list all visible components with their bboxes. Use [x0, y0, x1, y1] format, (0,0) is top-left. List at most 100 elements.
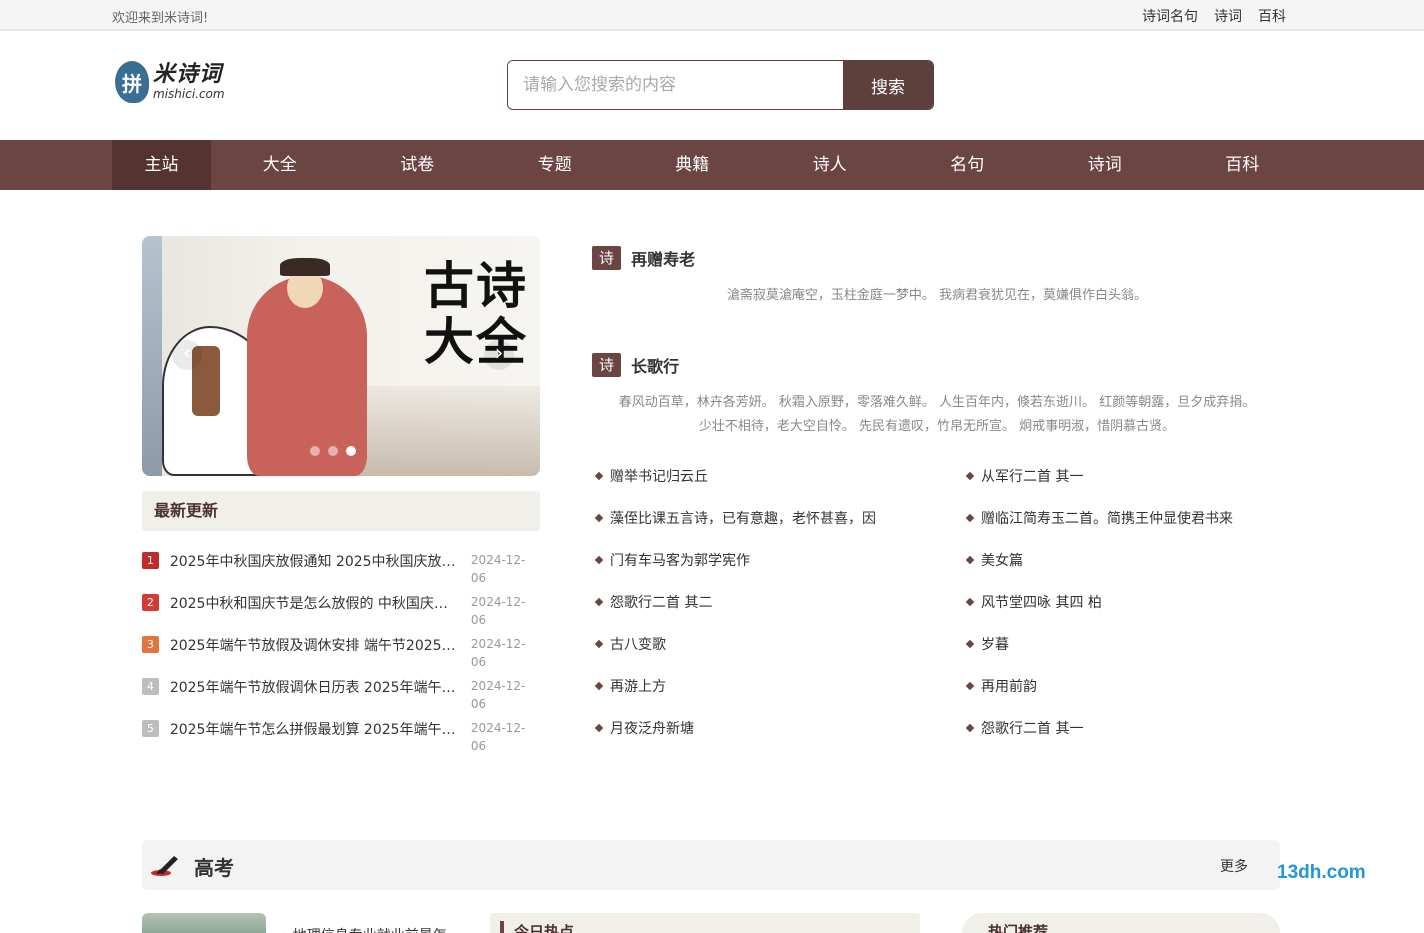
diamond-bullet-icon — [965, 555, 975, 565]
news-title[interactable]: 2025年中秋国庆放假通知 2025中秋国庆放… — [170, 551, 463, 571]
poem-link[interactable]: 怨歌行二首 其二 — [594, 592, 967, 634]
news-title[interactable]: 2025年端午节放假调休日历表 2025年端午… — [170, 677, 463, 697]
rank-badge: 2 — [142, 594, 159, 611]
carousel-dot-active[interactable] — [346, 446, 356, 456]
nav-item-daquan[interactable]: 大全 — [211, 140, 349, 190]
logo-icon: 拼 — [115, 61, 149, 103]
rank-badge: 1 — [142, 552, 159, 569]
banner-title-line2: 大全 — [424, 312, 528, 371]
poem-link[interactable]: 岁暮 — [965, 634, 1267, 676]
nav-item-shici[interactable]: 诗词 — [1036, 140, 1174, 190]
search-button[interactable]: 搜索 — [843, 61, 933, 109]
top-links: 诗词名句 诗词 百科 — [1142, 6, 1286, 26]
search-input[interactable] — [508, 61, 843, 109]
diamond-bullet-icon — [594, 555, 604, 565]
latest-updates-heading: 最新更新 — [142, 491, 540, 531]
poem-tag-badge: 诗 — [592, 353, 621, 377]
top-link-baike[interactable]: 百科 — [1258, 6, 1286, 26]
poem-link-label: 怨歌行二首 其二 — [610, 595, 713, 611]
poem-link[interactable]: 赠举书记归云丘 — [594, 466, 967, 508]
poem-link[interactable]: 再游上方 — [594, 676, 967, 718]
nav-item-home[interactable]: 主站 — [112, 140, 211, 190]
nav-item-dianji[interactable]: 典籍 — [624, 140, 762, 190]
poem-title[interactable]: 长歌行 — [631, 353, 679, 377]
banner-title: 古诗 大全 — [424, 258, 534, 370]
list-item[interactable]: 4 2025年端午节放假调休日历表 2025年端午… 2024-12-06 — [142, 677, 540, 719]
poem-link[interactable]: 风节堂四咏 其四 柏 — [965, 592, 1267, 634]
featured-poem: 诗 再赠寿老 滄斋寂莫滄庵空，玉柱金庭一梦中。 我病君衰犹见在，莫嫌俱作白头翁。 — [592, 246, 1282, 308]
panel-title: 今日热点 — [500, 921, 574, 933]
article-link[interactable]: • 地理信息专业就业前景怎 — [280, 925, 447, 933]
top-link-shici[interactable]: 诗词 — [1214, 6, 1242, 26]
top-bar: 欢迎来到米诗词! 诗词名句 诗词 百科 — [0, 0, 1424, 31]
latest-updates-list: 1 2025年中秋国庆放假通知 2025中秋国庆放… 2024-12-06 2 … — [142, 551, 540, 761]
rank-badge: 3 — [142, 636, 159, 653]
banner-carousel[interactable]: 古诗 大全 ‹ › — [142, 236, 540, 476]
poem-link[interactable]: 古八变歌 — [594, 634, 967, 676]
section-title: 高考 — [194, 856, 234, 880]
poem-link-label: 美女篇 — [981, 553, 1023, 569]
poem-link[interactable]: 怨歌行二首 其一 — [965, 718, 1267, 760]
article-thumbnail[interactable] — [142, 913, 266, 933]
rank-badge: 5 — [142, 720, 159, 737]
main-nav: 主站 大全 试卷 专题 典籍 诗人 名句 诗词 百科 — [0, 140, 1424, 190]
more-link[interactable]: 更多 — [1220, 856, 1248, 876]
poem-tag-badge: 诗 — [592, 246, 621, 270]
poem-link-label: 赠举书记归云丘 — [610, 469, 708, 485]
carousel-prev-icon[interactable]: ‹ — [172, 340, 202, 370]
poem-link-label: 门有车马客为郭学宪作 — [610, 553, 750, 569]
news-title[interactable]: 2025年端午节放假及调休安排 端午节2025… — [170, 635, 463, 655]
featured-poem: 诗 长歌行 春风动百草，林卉各芳妍。 秋霜入原野，零落难久鲜。 人生百年内，倏若… — [592, 353, 1282, 439]
news-title[interactable]: 2025中秋和国庆节是怎么放假的 中秋国庆… — [170, 593, 463, 613]
poem-link[interactable]: 从军行二首 其一 — [965, 466, 1267, 508]
site-logo[interactable]: 拼 米诗词 mishici.com — [115, 61, 225, 103]
nav-item-zhuanti[interactable]: 专题 — [486, 140, 624, 190]
poem-text: 滄斋寂莫滄庵空，玉柱金庭一梦中。 我病君衰犹见在，莫嫌俱作白头翁。 — [726, 288, 1148, 303]
nav-item-baike[interactable]: 百科 — [1174, 140, 1312, 190]
list-item[interactable]: 1 2025年中秋国庆放假通知 2025中秋国庆放… 2024-12-06 — [142, 551, 540, 593]
poem-link-label: 怨歌行二首 其一 — [981, 721, 1084, 737]
diamond-bullet-icon — [965, 723, 975, 733]
hot-today-panel: 今日热点 — [490, 913, 920, 933]
carousel-next-icon[interactable]: › — [484, 340, 514, 370]
diamond-bullet-icon — [594, 681, 604, 691]
list-item[interactable]: 2 2025中秋和国庆节是怎么放假的 中秋国庆… 2024-12-06 — [142, 593, 540, 635]
nav-item-shiren[interactable]: 诗人 — [761, 140, 899, 190]
poem-link-label: 再用前韵 — [981, 679, 1037, 695]
panel-title: 热门推荐 — [988, 923, 1049, 933]
poem-link[interactable]: 再用前韵 — [965, 676, 1267, 718]
news-title[interactable]: 2025年端午节怎么拼假最划算 2025年端午… — [170, 719, 463, 739]
poem-link[interactable]: 赠临江简寿玉二首。简携王仲显使君书来 — [965, 508, 1267, 550]
nav-item-mingju[interactable]: 名句 — [899, 140, 1037, 190]
top-link-mingju[interactable]: 诗词名句 — [1142, 6, 1198, 26]
nav-item-shijuan[interactable]: 试卷 — [349, 140, 487, 190]
poem-link-label: 再游上方 — [610, 679, 666, 695]
carousel-dot[interactable] — [310, 446, 320, 456]
list-item[interactable]: 5 2025年端午节怎么拼假最划算 2025年端午… 2024-12-06 — [142, 719, 540, 761]
header: 拼 米诗词 mishici.com 搜索 — [0, 31, 1424, 140]
diamond-bullet-icon — [965, 471, 975, 481]
logo-text: 米诗词 mishici.com — [153, 64, 225, 101]
poem-link-label: 赠临江简寿玉二首。简携王仲显使君书来 — [981, 511, 1233, 527]
poem-link[interactable]: 门有车马客为郭学宪作 — [594, 550, 967, 592]
search-box: 搜索 — [507, 60, 934, 110]
logo-en: mishici.com — [153, 87, 225, 101]
recommended-panel: 热门推荐 — [962, 913, 1280, 933]
poem-link[interactable]: 美女篇 — [965, 550, 1267, 592]
carousel-dots — [310, 446, 356, 456]
list-item[interactable]: 3 2025年端午节放假及调休安排 端午节2025… 2024-12-06 — [142, 635, 540, 677]
poem-link[interactable]: 藻侄比课五言诗，已有意趣，老怀甚喜，因 — [594, 508, 967, 550]
diamond-bullet-icon — [965, 597, 975, 607]
section-gaokao-header: 高考 更多 — [142, 840, 1280, 890]
poem-link-grid: 赠举书记归云丘 从军行二首 其一 藻侄比课五言诗，已有意趣，老怀甚喜，因 赠临江… — [594, 466, 1286, 760]
poem-link-label: 风节堂四咏 其四 柏 — [981, 595, 1102, 611]
poem-link[interactable]: 月夜泛舟新塘 — [594, 718, 967, 760]
poem-text: 春风动百草，林卉各芳妍。 秋霜入原野，零落难久鲜。 人生百年内，倏若东逝川。 红… — [592, 391, 1282, 439]
diamond-bullet-icon — [965, 681, 975, 691]
brush-icon — [151, 856, 178, 876]
poem-text-line: 少壮不相待，老大空自怜。 先民有遗叹，竹帛无所宣。 炯戒事明淑，惜阴慕古贤。 — [698, 419, 1176, 434]
poem-title[interactable]: 再赠寿老 — [631, 246, 695, 270]
carousel-dot[interactable] — [328, 446, 338, 456]
diamond-bullet-icon — [594, 597, 604, 607]
banner-title-line1: 古诗 — [424, 256, 528, 315]
